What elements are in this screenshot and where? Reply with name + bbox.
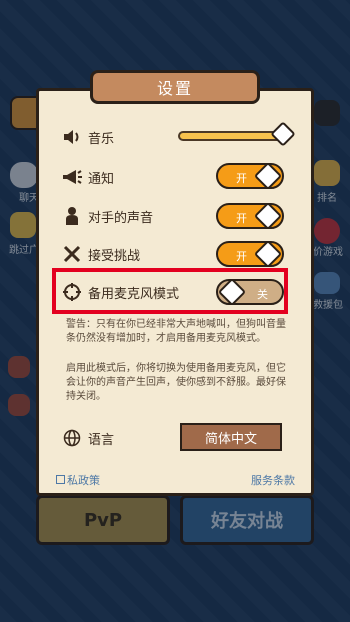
megaphone-icon: [60, 165, 84, 189]
toggle-knob: [253, 239, 283, 269]
person-icon: [60, 204, 84, 228]
opponent-voice-row: 对手的声音: [60, 201, 153, 231]
challenge-label: 接受挑战: [88, 248, 141, 264]
toggle-knob: [217, 277, 247, 307]
notify-toggle-text: 开: [236, 172, 247, 185]
challenge-toggle[interactable]: 开: [216, 239, 284, 269]
privacy-link-label: 私政策: [67, 474, 100, 487]
language-select-button[interactable]: 简体中文: [180, 423, 282, 451]
music-label: 音乐: [88, 131, 115, 147]
dialog-title: 设置: [90, 70, 260, 104]
challenge-row: 接受挑战: [60, 239, 140, 269]
globe-icon: [60, 426, 84, 450]
language-label: 语言: [88, 432, 115, 448]
mic-mode-toggle-text: 关: [257, 288, 268, 301]
opponent-voice-toggle-text: 开: [236, 212, 247, 225]
warning-text-1: 警告：只有在你已经非常大声地喊叫，但狗叫音量条仍然没有增加时，才启用备用麦克风模…: [66, 319, 286, 344]
opponent-voice-label: 对手的声音: [88, 210, 154, 226]
terms-link[interactable]: 服务条款: [251, 472, 295, 488]
toggle-knob: [253, 201, 283, 231]
music-row: 音乐: [60, 122, 114, 152]
warning-text-2: 启用此模式后，你将切换为使用备用麦克风，但它会让你的声音产生回声，使你感到不舒服…: [66, 363, 286, 402]
compass-icon: [60, 280, 84, 304]
language-row: 语言: [60, 423, 114, 453]
mic-mode-label: 备用麦克风模式: [88, 286, 180, 302]
toggle-knob: [253, 161, 283, 191]
mic-mode-toggle[interactable]: 关: [216, 277, 284, 307]
challenge-toggle-text: 开: [236, 250, 247, 263]
music-volume-slider[interactable]: [178, 121, 296, 147]
checkbox-icon: [56, 475, 65, 484]
notify-row: 通知: [60, 162, 114, 192]
speaker-icon: [60, 125, 84, 149]
notify-toggle[interactable]: 开: [216, 161, 284, 191]
crossed-swords-icon: [60, 242, 84, 266]
mic-mode-row: 备用麦克风模式: [60, 277, 179, 307]
privacy-link[interactable]: 私政策: [56, 472, 100, 488]
notify-label: 通知: [88, 171, 115, 187]
opponent-voice-toggle[interactable]: 开: [216, 201, 284, 231]
